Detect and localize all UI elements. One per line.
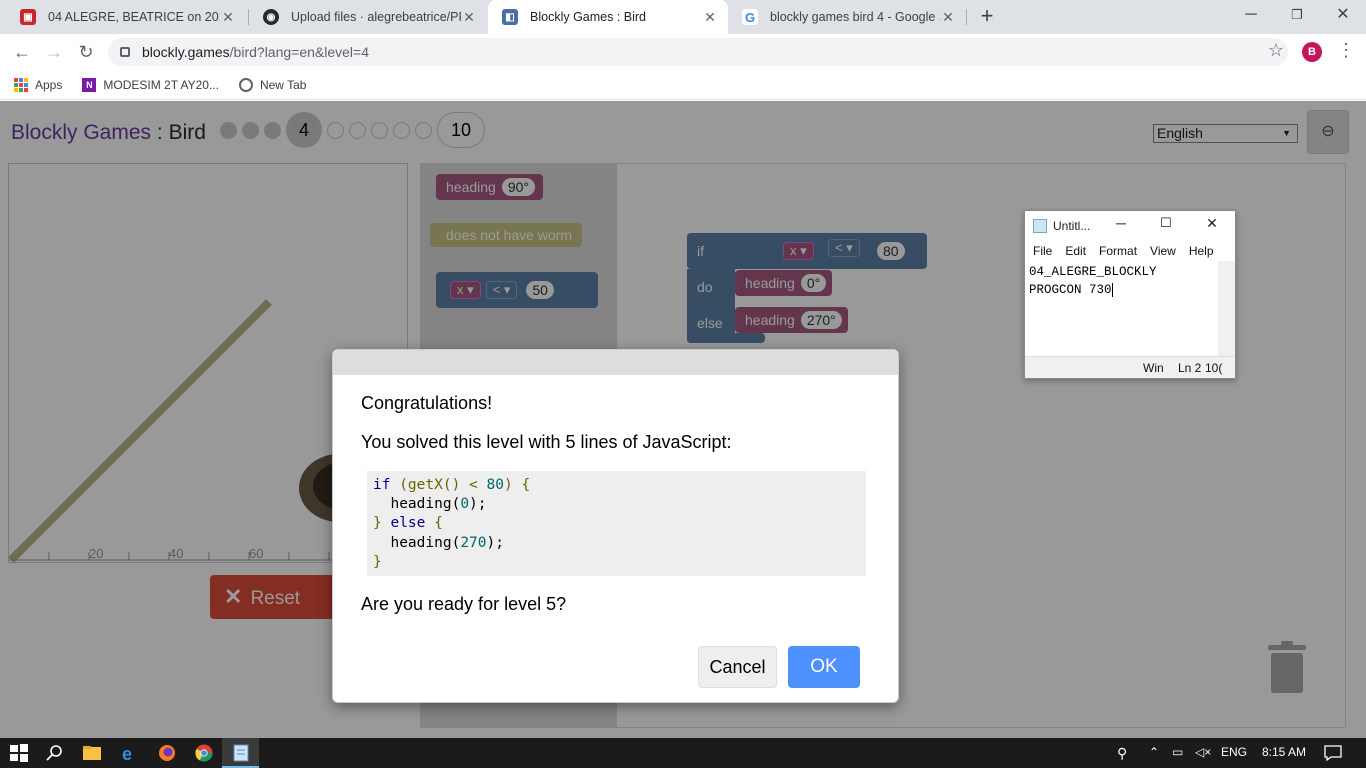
input-language[interactable]: ENG bbox=[1221, 745, 1247, 759]
volume-mute-icon[interactable]: ◁× bbox=[1195, 745, 1211, 759]
menu-help[interactable]: Help bbox=[1189, 244, 1214, 258]
code-block: if (getX() < 80) { heading(0); } else { h… bbox=[367, 471, 866, 576]
ok-button[interactable]: OK bbox=[788, 646, 860, 688]
menu-format[interactable]: Format bbox=[1099, 244, 1137, 258]
close-window-icon[interactable]: ✕ bbox=[1320, 0, 1366, 30]
minimize-icon[interactable]: ─ bbox=[1228, 0, 1274, 30]
github-icon: ◉ bbox=[263, 9, 279, 25]
code-line-2: heading(0); bbox=[373, 496, 487, 513]
url-host: blockly.games bbox=[142, 44, 230, 60]
notepad-taskbar-button[interactable] bbox=[222, 738, 259, 768]
notepad-icon bbox=[1033, 218, 1047, 233]
chrome-icon[interactable] bbox=[194, 743, 214, 763]
file-explorer-icon[interactable] bbox=[82, 743, 102, 763]
tab-title: blockly games bird 4 - Google Se bbox=[770, 10, 940, 24]
bookmark-label: Apps bbox=[35, 77, 63, 92]
notepad-icon bbox=[233, 744, 249, 762]
windows-taskbar: e ⚲ ⌃ ▭ ◁× ENG 8:15 AM bbox=[0, 738, 1366, 768]
close-icon[interactable]: ✕ bbox=[461, 9, 477, 26]
tab-strip: ▣ 04 ALEGRE, BEATRICE on 2019T2 ✕ ◉ Uplo… bbox=[0, 0, 1366, 34]
new-tab-button[interactable]: + bbox=[976, 5, 998, 27]
menu-file[interactable]: File bbox=[1033, 244, 1052, 258]
tab-classroom[interactable]: ▣ 04 ALEGRE, BEATRICE on 2019T2 ✕ bbox=[6, 0, 246, 34]
bookmarks-bar: Apps N MODESIM 2T AY20... New Tab bbox=[0, 70, 1366, 100]
close-icon[interactable]: ✕ bbox=[220, 9, 236, 26]
status-zoom: 10( bbox=[1205, 361, 1223, 375]
bookmark-apps[interactable]: Apps bbox=[14, 77, 63, 92]
close-icon[interactable]: ✕ bbox=[1202, 215, 1222, 232]
onenote-icon: N bbox=[82, 77, 97, 92]
back-icon[interactable]: ← bbox=[10, 40, 34, 64]
chevron-up-icon[interactable]: ⌃ bbox=[1149, 745, 1159, 759]
bookmark-star-icon[interactable]: ☆ bbox=[1268, 40, 1284, 61]
apps-grid-icon bbox=[14, 77, 28, 92]
dialog-message: You solved this level with 5 lines of Ja… bbox=[361, 432, 732, 452]
clock[interactable]: 8:15 AM bbox=[1262, 745, 1306, 759]
notepad-text-area[interactable]: 04_ALEGRE_BLOCKLY PROGCON 730 bbox=[1029, 263, 1219, 357]
search-icon[interactable] bbox=[45, 743, 65, 763]
code-line-5: } bbox=[373, 553, 382, 570]
edge-icon[interactable]: e bbox=[119, 743, 139, 763]
globe-icon bbox=[238, 77, 253, 92]
classroom-icon: ▣ bbox=[20, 9, 36, 25]
text-line: PROGCON 730 bbox=[1029, 283, 1112, 297]
status-position: Ln 2 bbox=[1178, 361, 1202, 375]
bookmark-modesim[interactable]: N MODESIM 2T AY20... bbox=[82, 77, 219, 92]
dialog-header[interactable] bbox=[333, 350, 898, 375]
minimize-icon[interactable]: ─ bbox=[1111, 215, 1131, 231]
blockly-icon: ◧ bbox=[502, 9, 518, 25]
code-line-4: heading(270); bbox=[373, 534, 504, 551]
menu-view[interactable]: View bbox=[1150, 244, 1176, 258]
bookmark-label: New Tab bbox=[259, 77, 307, 92]
address-bar[interactable]: blockly.games/bird?lang=en&level=4 bbox=[108, 38, 1288, 66]
text-line: 04_ALEGRE_BLOCKLY bbox=[1029, 265, 1157, 279]
dialog-heading: Congratulations! bbox=[361, 393, 493, 413]
menu-edit[interactable]: Edit bbox=[1065, 244, 1086, 258]
notification-icon[interactable] bbox=[1324, 744, 1342, 762]
code-line-3: } else { bbox=[373, 515, 443, 532]
close-icon[interactable]: ✕ bbox=[702, 9, 718, 26]
notepad-menubar: File Edit Format View Help bbox=[1025, 240, 1235, 261]
chrome-menu-icon[interactable]: ⋮ bbox=[1337, 40, 1355, 61]
maximize-icon[interactable]: ☐ bbox=[1156, 215, 1176, 231]
status-encoding: Win bbox=[1143, 361, 1164, 375]
tab-blockly[interactable]: ◧ Blockly Games : Bird ✕ bbox=[488, 0, 728, 34]
notepad-statusbar: Win Ln 2 10( bbox=[1025, 356, 1235, 378]
restore-icon[interactable]: ❐ bbox=[1274, 0, 1320, 30]
tab-github[interactable]: ◉ Upload files · alegrebeatrice/PROG ✕ bbox=[249, 0, 487, 34]
browser-toolbar: ← → ↻ blockly.games/bird?lang=en&level=4… bbox=[0, 34, 1366, 70]
url-path: /bird?lang=en&level=4 bbox=[229, 44, 370, 60]
firefox-icon[interactable] bbox=[157, 743, 177, 763]
notepad-title: Untitl... bbox=[1053, 218, 1091, 233]
profile-avatar[interactable]: B bbox=[1302, 42, 1322, 62]
text-line-2: PROGCON 730 bbox=[1029, 281, 1219, 299]
windows-start-icon[interactable] bbox=[9, 743, 29, 763]
notepad-window: Untitl... ─ ☐ ✕ File Edit Format View He… bbox=[1024, 210, 1236, 379]
code-line-1: if (getX() < 80) { bbox=[373, 477, 531, 493]
people-icon[interactable]: ⚲ bbox=[1117, 745, 1127, 762]
tab-title: Blockly Games : Bird bbox=[530, 10, 647, 24]
notepad-titlebar[interactable]: Untitl... ─ ☐ ✕ bbox=[1025, 211, 1235, 240]
tab-title: 04 ALEGRE, BEATRICE on 2019T2 bbox=[48, 10, 220, 24]
forward-icon[interactable]: → bbox=[42, 40, 66, 64]
bookmark-label: MODESIM 2T AY20... bbox=[103, 77, 219, 92]
cancel-button[interactable]: Cancel bbox=[698, 646, 777, 688]
bookmark-new-tab[interactable]: New Tab bbox=[238, 77, 307, 92]
vertical-scrollbar[interactable] bbox=[1218, 261, 1235, 357]
svg-text:e: e bbox=[122, 744, 132, 763]
text-cursor bbox=[1111, 283, 1113, 297]
congrats-dialog: Congratulations! You solved this level w… bbox=[332, 349, 899, 703]
reload-icon[interactable]: ↻ bbox=[74, 40, 98, 64]
dialog-question: Are you ready for level 5? bbox=[361, 594, 567, 614]
lock-icon bbox=[120, 47, 130, 57]
google-icon: G bbox=[742, 9, 758, 25]
tab-title: Upload files · alegrebeatrice/PROG bbox=[291, 10, 461, 24]
close-icon[interactable]: ✕ bbox=[940, 9, 956, 26]
network-icon[interactable]: ▭ bbox=[1172, 745, 1183, 759]
tab-google-search[interactable]: G blockly games bird 4 - Google Se ✕ bbox=[728, 0, 966, 34]
